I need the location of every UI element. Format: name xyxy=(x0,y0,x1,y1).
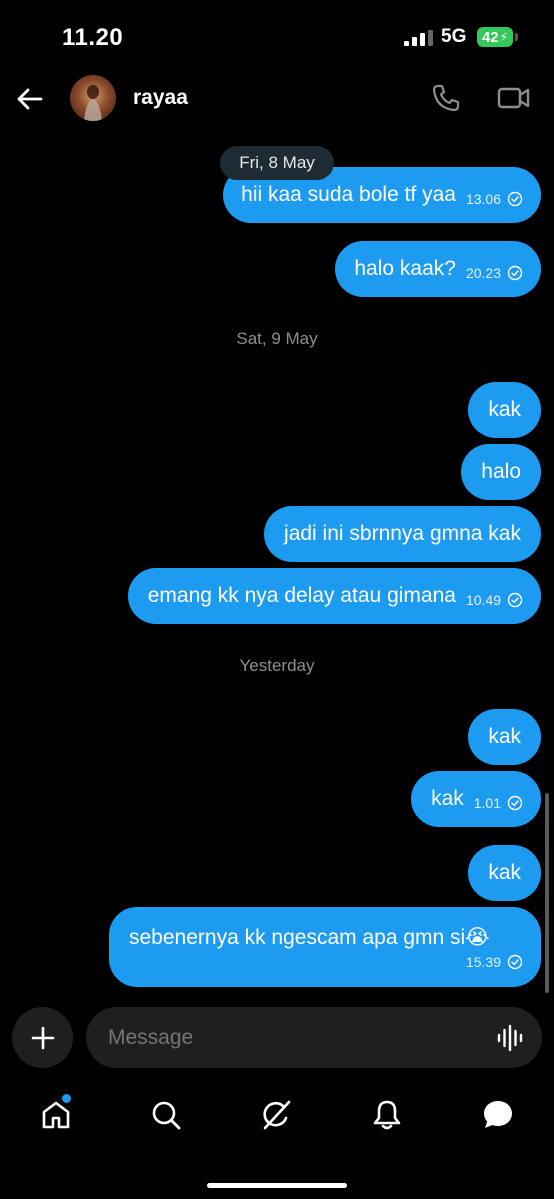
message-time: 1.01 xyxy=(473,795,501,811)
grok-icon xyxy=(263,1100,291,1130)
phone-icon[interactable] xyxy=(430,82,462,114)
message-text: jadi ini sbrnnya gmna kak xyxy=(284,522,521,545)
chat-bubble-icon xyxy=(484,1101,512,1128)
back-button[interactable] xyxy=(14,84,44,114)
home-indicator[interactable] xyxy=(207,1183,347,1188)
date-separator: Sat, 9 May xyxy=(236,329,318,348)
message-bubble[interactable]: kak xyxy=(468,845,541,901)
charging-icon: ⚡ xyxy=(499,30,509,44)
home-icon xyxy=(42,1101,70,1129)
arrow-left-icon xyxy=(17,88,43,110)
message-text: halo xyxy=(481,460,521,483)
message-bubble[interactable]: emang kk nya delay atau gimana 10.49 xyxy=(127,568,541,624)
message-bubble[interactable]: sebenernya kk ngescam apa gmn si😭 15.39 xyxy=(109,907,541,987)
video-camera-icon[interactable] xyxy=(497,84,531,112)
message-bubble[interactable]: halo kaak? 20.23 xyxy=(335,241,541,297)
message-bubble[interactable]: kak 1.01 xyxy=(411,771,541,827)
check-circle-icon xyxy=(507,954,523,969)
message-time: 10.49 xyxy=(465,592,501,608)
contact-name[interactable]: rayaa xyxy=(133,86,188,110)
scrollbar[interactable] xyxy=(545,793,549,993)
nav-messages[interactable] xyxy=(480,1097,516,1133)
check-circle-icon xyxy=(507,265,523,281)
battery-indicator: 42 ⚡ xyxy=(477,27,513,47)
date-pill: Fri, 8 May xyxy=(220,146,334,180)
waveform-icon[interactable] xyxy=(496,1024,526,1052)
battery-level: 42 xyxy=(481,28,499,46)
add-attachment-button[interactable] xyxy=(12,1007,73,1068)
message-time: 13.06 xyxy=(465,191,501,207)
date-separator: Yesterday xyxy=(239,656,315,675)
message-meta: 13.06 xyxy=(466,191,523,207)
check-circle-icon xyxy=(507,592,523,608)
message-text: hii kaa suda bole tf yaa xyxy=(241,183,456,206)
bottom-nav xyxy=(0,1085,554,1149)
message-input[interactable] xyxy=(86,1007,542,1068)
composer xyxy=(0,1005,554,1073)
status-bar: 11.20 5G 42 ⚡ xyxy=(0,0,554,70)
chat-header: rayaa xyxy=(0,70,554,130)
message-bubble[interactable]: jadi ini sbrnnya gmna kak xyxy=(264,506,541,562)
message-text: kak xyxy=(431,787,464,810)
message-time: 15.39 xyxy=(465,953,501,970)
signal-icon xyxy=(404,30,433,46)
message-time: 20.23 xyxy=(465,265,501,281)
plus-icon xyxy=(31,1026,54,1049)
message-meta: 15.39 xyxy=(466,954,523,970)
check-circle-icon xyxy=(507,191,523,207)
notification-dot xyxy=(62,1094,71,1103)
message-bubble[interactable]: kak xyxy=(468,382,541,438)
battery-tip xyxy=(515,33,518,41)
nav-search[interactable] xyxy=(148,1097,184,1133)
message-meta: 20.23 xyxy=(466,265,523,281)
message-text: halo kaak? xyxy=(354,257,456,280)
message-text: emang kk nya delay atau gimana xyxy=(147,584,456,607)
check-circle-icon xyxy=(507,795,523,811)
message-text: kak xyxy=(488,398,521,421)
avatar-figure xyxy=(84,85,102,121)
search-icon xyxy=(152,1101,181,1130)
nav-grok[interactable] xyxy=(258,1097,294,1133)
message-text: kak xyxy=(488,725,521,748)
message-text: sebenernya kk ngescam apa gmn si😭 xyxy=(129,925,490,949)
bell-icon xyxy=(373,1100,401,1130)
message-meta: 10.49 xyxy=(466,592,523,608)
nav-notifications[interactable] xyxy=(369,1097,405,1133)
message-bubble[interactable]: halo xyxy=(461,444,541,500)
message-meta: 1.01 xyxy=(474,795,523,811)
message-text: kak xyxy=(488,861,521,884)
message-bubble[interactable]: kak xyxy=(468,709,541,765)
avatar[interactable] xyxy=(70,75,116,121)
network-label: 5G xyxy=(441,26,467,47)
status-time: 11.20 xyxy=(62,24,124,51)
